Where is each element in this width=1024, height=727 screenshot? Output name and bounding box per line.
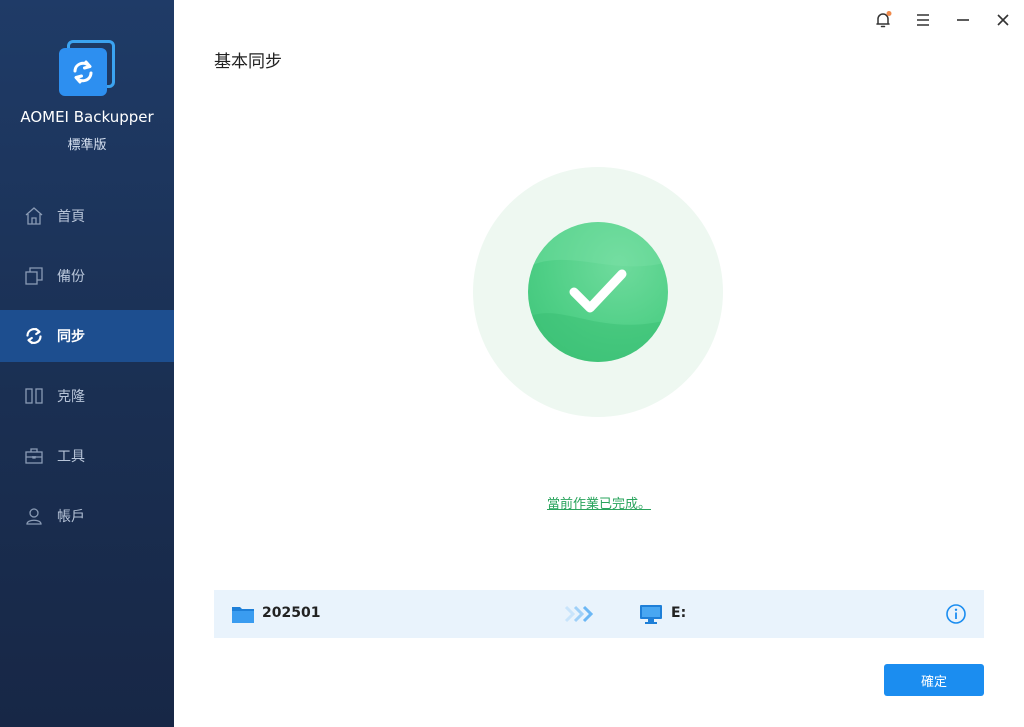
app-name: AOMEI Backupper xyxy=(20,108,154,126)
menu-button[interactable] xyxy=(911,8,935,32)
nav-item-backup[interactable]: 備份 xyxy=(0,250,174,302)
notification-button[interactable] xyxy=(871,8,895,32)
success-circle xyxy=(528,222,668,362)
confirm-button[interactable]: 確定 xyxy=(884,664,984,696)
minimize-button[interactable] xyxy=(951,8,975,32)
backup-icon xyxy=(24,266,44,286)
home-icon xyxy=(24,206,44,226)
destination-label: E: xyxy=(671,605,687,621)
minimize-icon xyxy=(957,19,969,21)
nav-item-home[interactable]: 首頁 xyxy=(0,190,174,242)
sidebar: AOMEI Backupper 標準版 首頁 備份 同步 克隆 工具 帳戶 xyxy=(0,0,174,727)
source-label: 202501 xyxy=(262,605,321,621)
arrows-right-icon xyxy=(564,604,596,628)
clone-icon xyxy=(24,386,44,406)
nav-label-tools: 工具 xyxy=(57,449,85,465)
close-button[interactable] xyxy=(991,8,1015,32)
info-icon[interactable] xyxy=(945,603,967,629)
computer-icon xyxy=(639,603,663,629)
logo-sync-icon xyxy=(73,60,93,84)
menu-icon xyxy=(917,14,929,26)
nav-label-home: 首頁 xyxy=(57,209,85,225)
nav-item-sync[interactable]: 同步 xyxy=(0,310,174,362)
notification-dot xyxy=(886,11,892,16)
app-edition: 標準版 xyxy=(67,138,107,153)
close-icon xyxy=(997,14,1009,26)
nav-label-backup: 備份 xyxy=(57,269,85,285)
status-link[interactable]: 當前作業已完成。 xyxy=(0,493,1024,512)
folder-icon xyxy=(231,604,255,628)
nav-item-clone[interactable]: 克隆 xyxy=(0,370,174,422)
nav-label-sync: 同步 xyxy=(57,329,85,345)
task-row: 202501 E: xyxy=(214,590,984,638)
page-title: 基本同步 xyxy=(214,52,282,72)
app-logo xyxy=(59,40,115,96)
tools-icon xyxy=(24,446,44,466)
nav-label-clone: 克隆 xyxy=(57,389,85,405)
checkmark-icon xyxy=(569,269,627,313)
sync-icon xyxy=(24,326,44,346)
nav-item-tools[interactable]: 工具 xyxy=(0,430,174,482)
bell-icon xyxy=(876,11,892,28)
